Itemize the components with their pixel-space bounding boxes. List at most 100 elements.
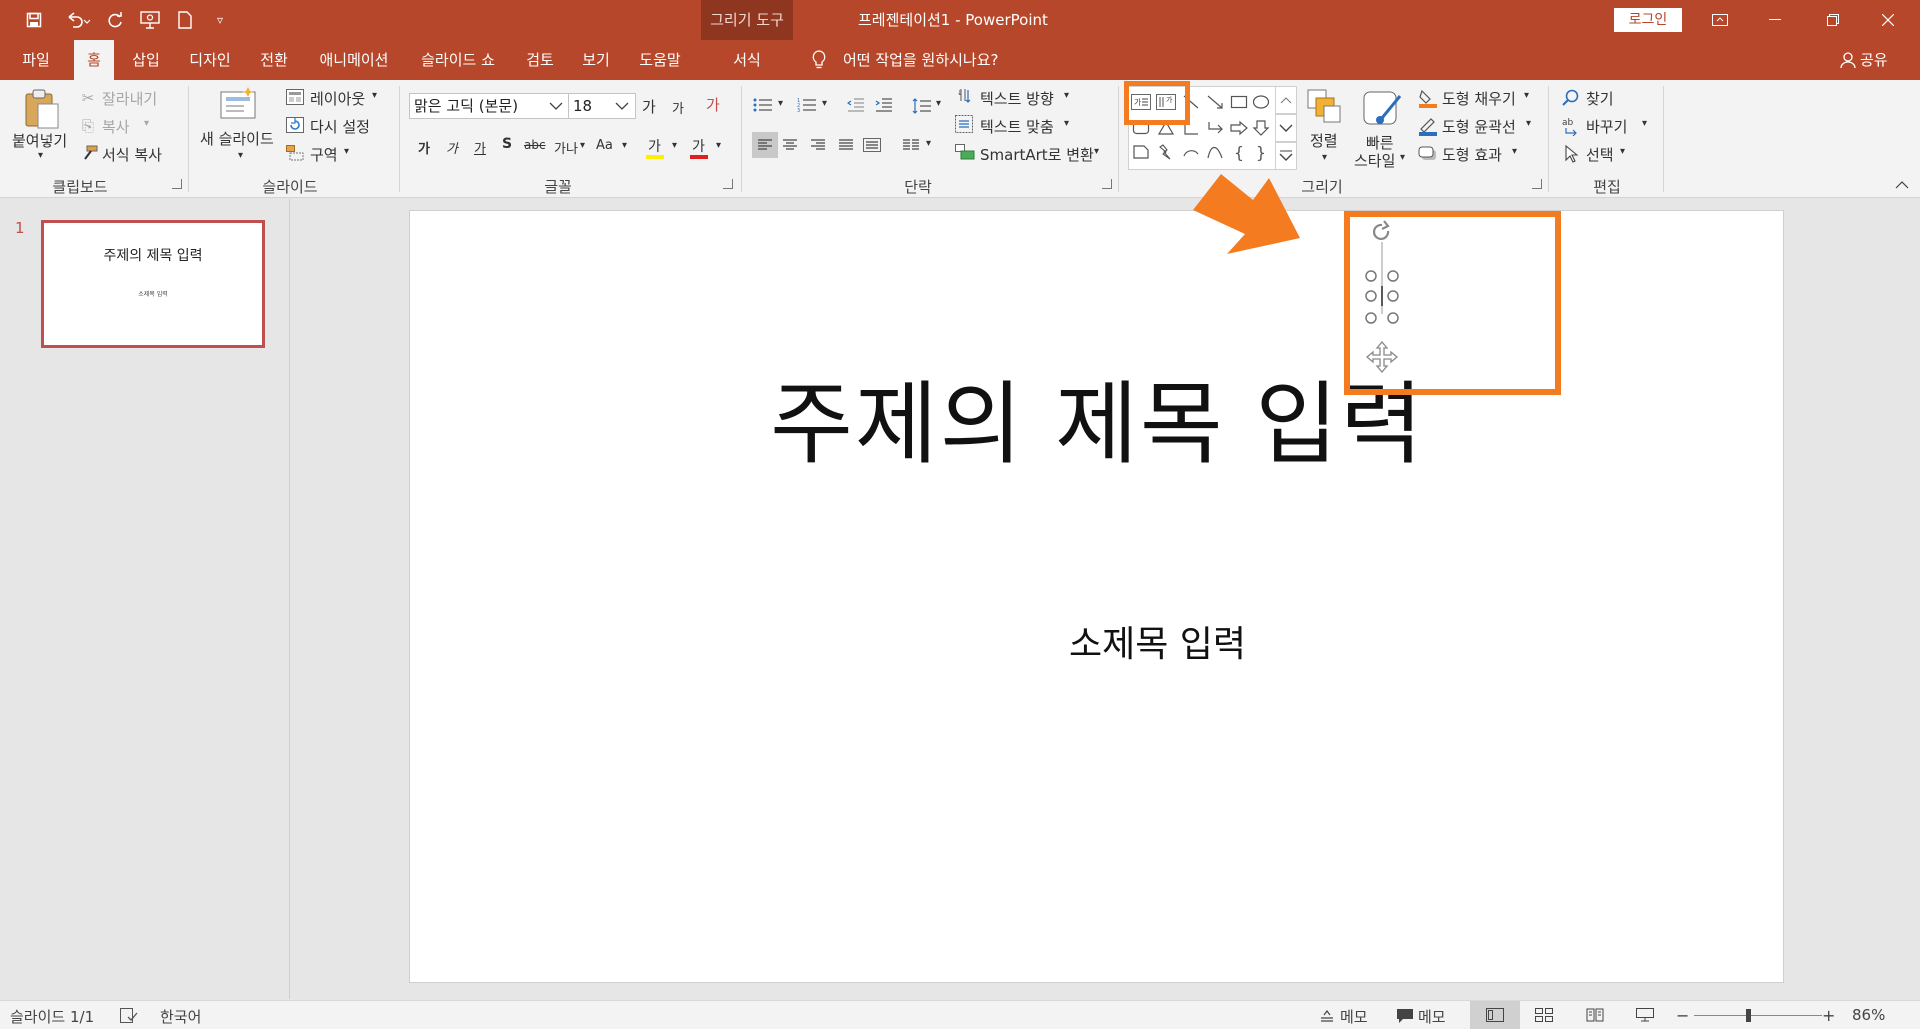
bold-button[interactable]: 가 [418,138,430,157]
arrange-icon[interactable] [1306,88,1342,124]
reset-button[interactable]: 다시 설정 [310,116,370,137]
shape-fill-dropdown-icon[interactable]: ▾ [1524,90,1529,101]
save-icon[interactable] [22,8,46,32]
font-name-select[interactable]: 맑은 고딕 (본문) [409,93,569,119]
shape-effects-dropdown-icon[interactable]: ▾ [1512,146,1517,157]
elbow-arrow-shape-icon[interactable] [1204,118,1226,138]
notes-button[interactable]: 메모 [1340,1006,1368,1027]
slide-title[interactable]: 주제의 제목 입력 [410,351,1785,481]
line-spacing-icon[interactable] [912,96,932,116]
text-direction-button[interactable]: 텍스트 방향 [980,88,1054,109]
cut-icon[interactable]: ✂ [80,88,96,108]
shadow-button[interactable]: S [502,136,512,152]
tab-slideshow[interactable]: 슬라이드 쇼 [410,40,506,80]
highlight-button[interactable]: 가 [648,136,661,156]
justify-icon[interactable] [836,136,856,154]
slide-subtitle[interactable]: 소제목 입력 [410,615,1785,667]
close-icon[interactable] [1865,0,1911,40]
drawing-launcher-icon[interactable] [1532,179,1542,189]
tab-file[interactable]: 파일 [10,40,62,80]
find-icon[interactable] [1562,88,1580,108]
comments-button[interactable]: 메모 [1418,1006,1446,1027]
gallery-up-icon[interactable] [1275,86,1297,114]
bullets-icon[interactable] [752,96,774,114]
font-color-button[interactable]: 가 [692,136,705,156]
new-file-icon[interactable] [173,8,197,32]
tab-home[interactable]: 홈 [74,40,114,80]
redo-icon[interactable] [104,8,128,32]
down-arrow-shape-icon[interactable] [1250,118,1272,138]
paragraph-launcher-icon[interactable] [1102,179,1112,189]
line-spacing-dropdown-icon[interactable]: ▾ [936,98,941,109]
arc-shape-icon[interactable] [1180,142,1202,162]
copy-icon[interactable]: ⎘ [80,116,96,136]
zoom-slider-track[interactable] [1694,1015,1822,1016]
convert-to-smartart-button[interactable]: SmartArt로 변환 [980,144,1094,165]
numbering-dropdown-icon[interactable]: ▾ [822,98,827,109]
spacing-dropdown-icon[interactable]: ▾ [580,140,585,151]
shape-fill-icon[interactable] [1418,88,1438,108]
copy-dropdown-icon[interactable]: ▾ [144,118,149,129]
align-right-icon[interactable] [808,136,828,154]
minimize-icon[interactable] [1752,0,1798,40]
notes-icon[interactable] [1320,1009,1334,1023]
shape-outline-dropdown-icon[interactable]: ▾ [1526,118,1531,129]
tab-review[interactable]: 검토 [518,40,562,80]
curve-shape-icon[interactable] [1204,142,1226,162]
replace-dropdown-icon[interactable]: ▾ [1642,118,1647,129]
new-slide-dropdown-icon[interactable]: ▾ [238,150,243,161]
format-painter-icon[interactable] [80,144,98,164]
select-dropdown-icon[interactable]: ▾ [1620,146,1625,157]
new-slide-icon[interactable] [218,86,258,122]
section-button[interactable]: 구역 [310,144,338,165]
align-text-icon[interactable] [954,114,974,134]
text-direction-dropdown-icon[interactable]: ▾ [1064,90,1069,101]
shape-fill-button[interactable]: 도형 채우기 [1442,88,1516,109]
comments-icon[interactable] [1396,1008,1414,1024]
gallery-down-icon[interactable] [1275,114,1297,142]
tab-design[interactable]: 디자인 [180,40,240,80]
normal-view-button[interactable] [1470,1001,1520,1029]
zoom-out-button[interactable]: − [1676,1006,1689,1025]
shape-effects-button[interactable]: 도형 효과 [1442,144,1502,165]
clear-formatting-button[interactable]: 가 [706,94,720,115]
login-button[interactable]: 로그인 [1614,8,1682,32]
tab-format[interactable]: 서식 [701,40,793,80]
cut-button[interactable]: 잘라내기 [102,88,157,109]
slide-thumbnail-1[interactable]: 주제의 제목 입력 소제목 입력 [41,220,265,348]
replace-icon[interactable]: ab [1562,116,1582,136]
numbering-icon[interactable]: 123 [796,96,818,114]
left-brace-shape-icon[interactable]: { [1228,142,1250,162]
decrease-indent-icon[interactable] [846,96,866,114]
vertical-textbox-handles[interactable] [1362,218,1402,388]
align-center-icon[interactable] [780,136,800,154]
tab-transitions[interactable]: 전환 [252,40,296,80]
right-brace-shape-icon[interactable]: } [1250,142,1272,162]
strikethrough-button[interactable]: abc [524,138,546,152]
text-direction-icon[interactable]: ↓ [954,86,974,106]
gallery-more-icon[interactable] [1275,142,1297,170]
language-indicator[interactable]: 한국어 [160,1006,201,1027]
section-icon[interactable] [286,144,304,162]
grow-font-button[interactable]: 가 [642,96,656,117]
tab-help[interactable]: 도움말 [630,40,690,80]
arrange-button[interactable]: 정렬 [1310,130,1338,151]
clipboard-launcher-icon[interactable] [172,179,182,189]
tab-insert[interactable]: 삽입 [124,40,168,80]
collapse-ribbon-icon[interactable] [1892,178,1912,192]
accessibility-check-icon[interactable] [120,1008,138,1024]
increase-indent-icon[interactable] [874,96,894,114]
zoom-level[interactable]: 86% [1852,1006,1885,1024]
slide-canvas[interactable]: 주제의 제목 입력 소제목 입력 [409,210,1784,983]
font-size-chevron-icon[interactable] [612,96,632,116]
font-color-dropdown-icon[interactable]: ▾ [716,140,721,151]
quick-styles-icon[interactable] [1362,88,1404,130]
undo-icon[interactable] [60,8,96,32]
align-text-button[interactable]: 텍스트 맞춤 [980,116,1054,137]
section-dropdown-icon[interactable]: ▾ [344,146,349,157]
layout-dropdown-icon[interactable]: ▾ [372,90,377,101]
right-arrow-shape-icon[interactable] [1228,118,1250,138]
shape-outline-button[interactable]: 도형 윤곽선 [1442,116,1516,137]
highlight-dropdown-icon[interactable]: ▾ [672,140,677,151]
rectangle-shape-icon[interactable] [1228,92,1250,112]
